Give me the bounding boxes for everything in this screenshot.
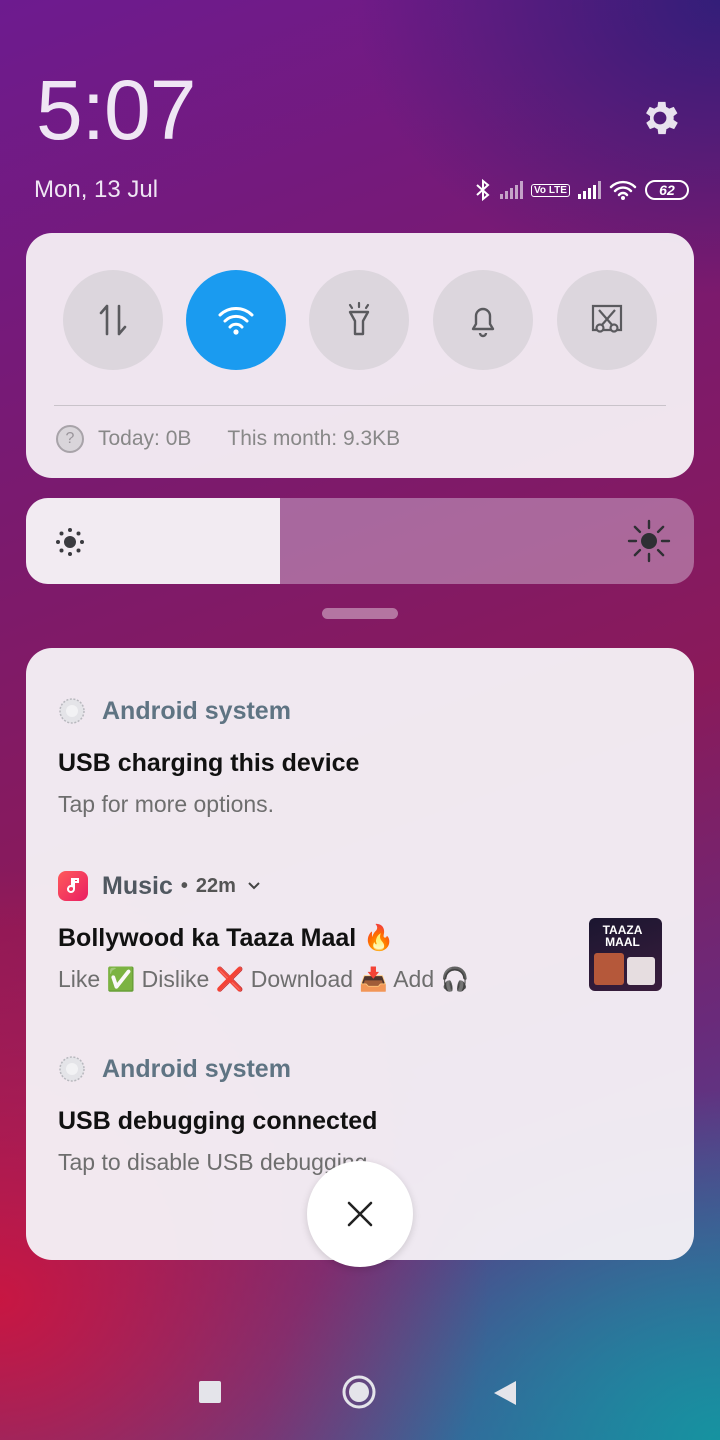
app-name: Android system — [102, 1054, 291, 1083]
sound-toggle[interactable] — [433, 270, 533, 370]
app-name: Android system — [102, 696, 291, 725]
android-system-icon — [59, 698, 85, 724]
notification-thumbnail: TAAZA MAAL — [589, 918, 662, 991]
separator-dot: • — [180, 874, 188, 897]
music-app-icon — [58, 871, 88, 901]
thumbnail-text: TAAZA MAAL — [602, 923, 643, 949]
notification-usb-debugging[interactable]: Android system USB debugging connected T… — [58, 1054, 668, 1176]
wifi-status-icon — [609, 180, 637, 200]
question-icon: ? — [56, 425, 84, 453]
brightness-slider[interactable] — [26, 498, 694, 584]
signal-strength-2-icon — [577, 181, 601, 199]
chevron-down-icon[interactable] — [246, 878, 262, 894]
flashlight-icon — [348, 301, 370, 336]
notification-body: Tap for more options. — [58, 791, 275, 817]
android-system-icon — [59, 1056, 85, 1082]
notification-title: USB charging this device — [58, 749, 360, 777]
clear-all-button[interactable] — [307, 1161, 413, 1267]
scissors-screenshot-icon — [591, 304, 623, 333]
notification-time: 22m — [195, 874, 236, 897]
settings-gear-icon[interactable] — [638, 96, 682, 140]
notification-title: USB debugging connected — [58, 1107, 378, 1135]
panel-drag-handle[interactable] — [322, 608, 398, 619]
back-button[interactable] — [492, 1379, 518, 1407]
notification-body: Like ✅ Dislike ❌ Download 📥 Add 🎧 — [58, 966, 470, 992]
signal-strength-1-icon — [500, 181, 523, 199]
qs-divider — [54, 405, 666, 406]
notification-usb-charging[interactable]: Android system USB charging this device … — [58, 696, 668, 818]
date[interactable]: Mon, 13 Jul — [34, 176, 158, 204]
screenshot-toggle[interactable] — [557, 270, 657, 370]
home-button[interactable] — [341, 1374, 377, 1410]
notification-title: Bollywood ka Taaza Maal 🔥 — [58, 924, 395, 952]
bluetooth-icon — [476, 178, 490, 202]
data-transfer-icon — [99, 304, 127, 336]
usage-month: This month: 9.3KB — [227, 427, 401, 450]
quick-settings-panel: ? Today: 0B This month: 9.3KB — [26, 233, 694, 478]
brightness-low-icon — [56, 528, 84, 556]
bell-icon — [471, 307, 495, 338]
data-usage[interactable]: ? Today: 0B This month: 9.3KB — [56, 425, 400, 453]
app-name: Music — [102, 871, 173, 900]
wifi-icon — [218, 307, 254, 335]
recents-button[interactable] — [199, 1381, 221, 1403]
status-icons: Vo LTE 62 — [474, 176, 689, 204]
notification-music[interactable]: Music • 22m Bollywood ka Taaza Maal 🔥 Li… — [58, 871, 668, 993]
usage-today: Today: 0B — [98, 427, 192, 450]
battery-indicator: 62 — [644, 180, 689, 200]
wifi-toggle[interactable] — [186, 270, 286, 370]
clock[interactable]: 5:07 — [36, 62, 196, 159]
brightness-high-icon — [627, 519, 671, 563]
volte-badge: Vo LTE — [531, 183, 570, 197]
mobile-data-toggle[interactable] — [63, 270, 163, 370]
close-icon — [347, 1201, 373, 1227]
flashlight-toggle[interactable] — [309, 270, 409, 370]
